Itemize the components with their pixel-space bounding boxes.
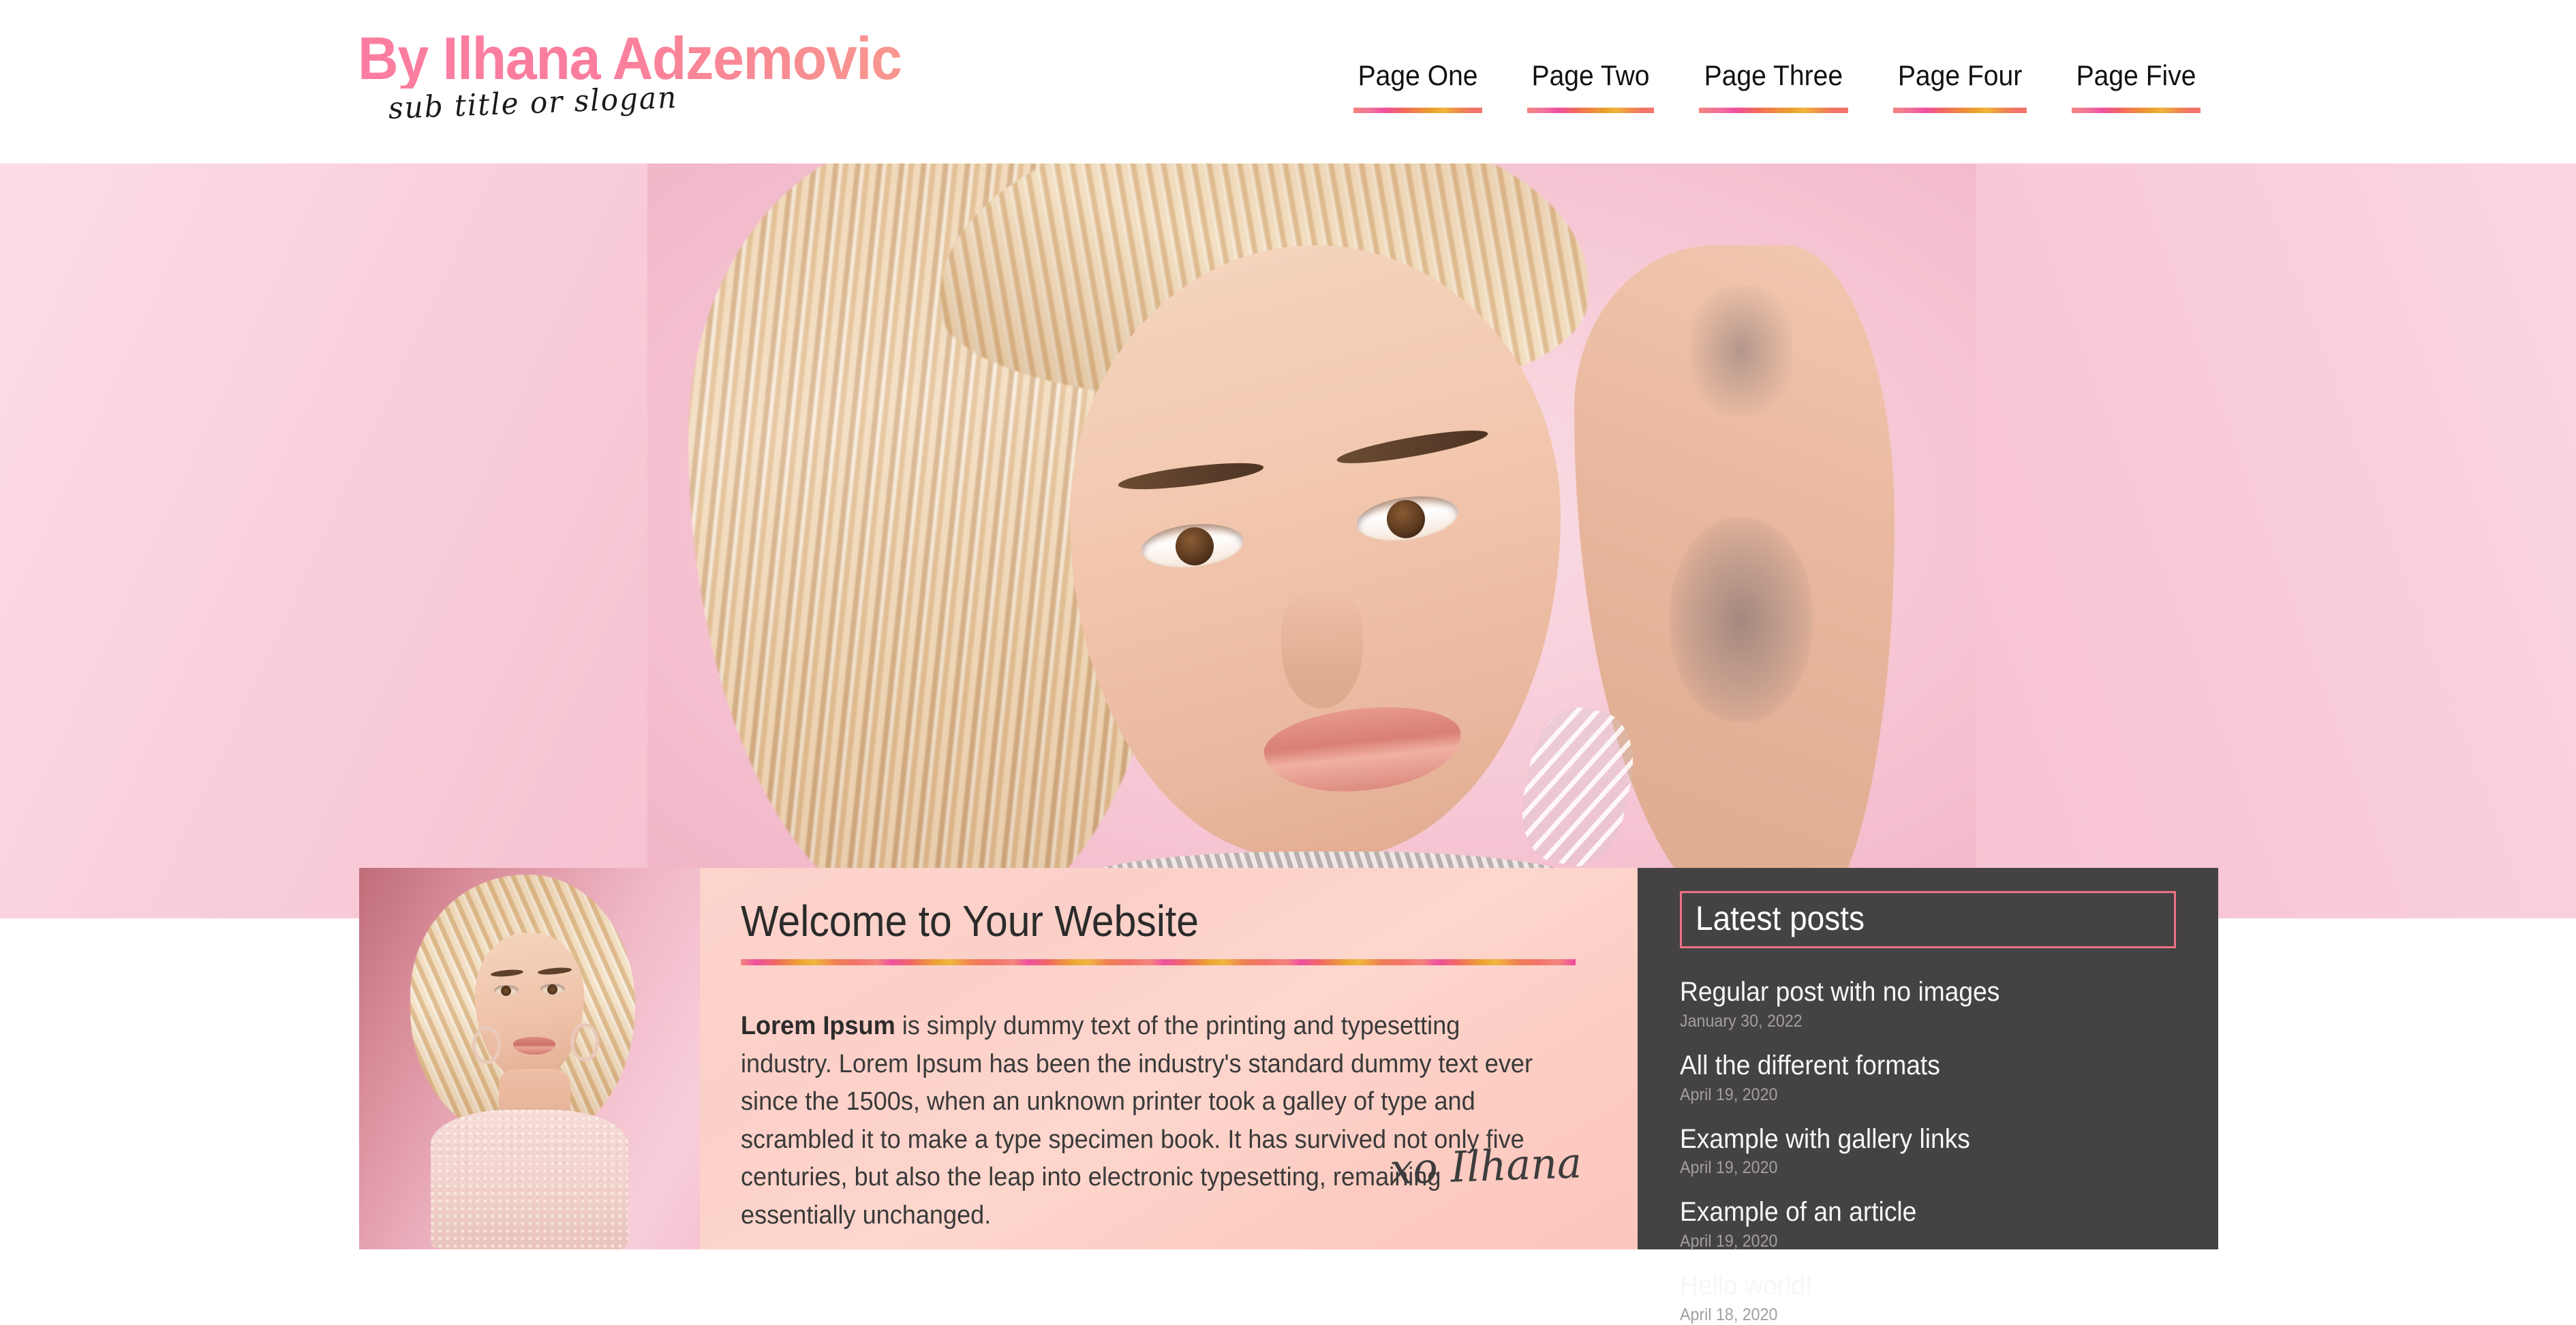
nav-underline-gradient (2071, 107, 2201, 113)
post-date: April 19, 2020 (1680, 1158, 1778, 1178)
latest-posts-heading: Latest posts (1696, 899, 1865, 937)
nav-label: Page Three (1704, 59, 1843, 91)
welcome-card: Welcome to Your Website Lorem Ipsum is s… (700, 868, 1638, 1249)
author-signature: xo Ilhana (1389, 1138, 1582, 1194)
thumbnail-iris-left (501, 986, 511, 996)
list-item[interactable]: All the different formats April 19, 2020 (1680, 1050, 2191, 1105)
content-row: Welcome to Your Website Lorem Ipsum is s… (359, 868, 2218, 1324)
nav-label: Page Four (1897, 59, 2023, 91)
latest-posts-heading-box: Latest posts (1680, 891, 2176, 948)
post-title: Example with gallery links (1680, 1123, 1970, 1154)
nav-underline-gradient (1892, 107, 2027, 113)
nav-item-page-four[interactable]: Page Four (1875, 59, 2044, 113)
post-date: January 30, 2022 (1680, 1011, 1803, 1031)
post-title: Hello world! (1680, 1271, 1813, 1301)
welcome-paragraph: Lorem Ipsum is simply dummy text of the … (741, 1008, 1537, 1234)
post-title: Example of an article (1680, 1197, 1917, 1228)
post-list: Regular post with no images January 30, … (1680, 977, 2191, 1325)
brand-block[interactable]: By Ilhana Adzemovic sub title or slogan (358, 29, 971, 144)
post-date: April 19, 2020 (1680, 1232, 1778, 1251)
nav-underline-gradient (1699, 107, 1848, 113)
nav-item-page-five[interactable]: Page Five (2054, 59, 2218, 113)
nav-label: Page Five (2076, 59, 2196, 91)
nav-underline-gradient (1353, 107, 1483, 113)
welcome-divider-gradient (741, 959, 1576, 966)
welcome-body-text: is simply dummy text of the printing and… (741, 1012, 1533, 1230)
portrait-iris-left (1176, 527, 1214, 565)
hero-banner (0, 163, 2576, 918)
thumbnail-earring-left (472, 1026, 501, 1064)
portrait-tattoo-upper (1690, 286, 1792, 416)
site-header: By Ilhana Adzemovic sub title or slogan … (0, 0, 2576, 163)
list-item[interactable]: Regular post with no images January 30, … (1680, 977, 2191, 1031)
thumbnail-iris-right (547, 984, 557, 995)
welcome-lead-text: Lorem Ipsum (741, 1012, 895, 1041)
intro-thumbnail-image (359, 868, 700, 1249)
post-date: April 19, 2020 (1680, 1085, 1778, 1104)
nav-label: Page One (1358, 59, 1478, 91)
portrait-tattoo-lower (1670, 518, 1813, 722)
list-item[interactable]: Example with gallery links April 19, 202… (1680, 1124, 2191, 1179)
site-title: By Ilhana Adzemovic (358, 29, 934, 89)
portrait-iris-right (1387, 500, 1425, 538)
post-title: All the different formats (1680, 1050, 1940, 1080)
thumbnail-sweater (431, 1110, 628, 1249)
nav-item-page-two[interactable]: Page Two (1509, 59, 1672, 113)
latest-posts-sidebar: Latest posts Regular post with no images… (1638, 868, 2218, 1324)
thumbnail-earring-right (570, 1023, 599, 1061)
list-item[interactable]: Hello world! April 18, 2020 (1680, 1271, 2191, 1325)
main-navigation: Page One Page Two Page Three Page Four P… (1336, 59, 2576, 113)
welcome-heading: Welcome to Your Website (741, 897, 1199, 946)
post-date: April 18, 2020 (1680, 1305, 1778, 1324)
post-title: Regular post with no images (1680, 977, 2000, 1007)
list-item[interactable]: Example of an article April 19, 2020 (1680, 1197, 2191, 1251)
nav-label: Page Two (1531, 59, 1650, 91)
nav-underline-gradient (1527, 107, 1655, 113)
nav-item-page-one[interactable]: Page One (1336, 59, 1500, 113)
portrait-nose (1281, 586, 1363, 708)
hero-portrait-image (647, 163, 1976, 918)
nav-item-page-three[interactable]: Page Three (1681, 59, 1866, 113)
